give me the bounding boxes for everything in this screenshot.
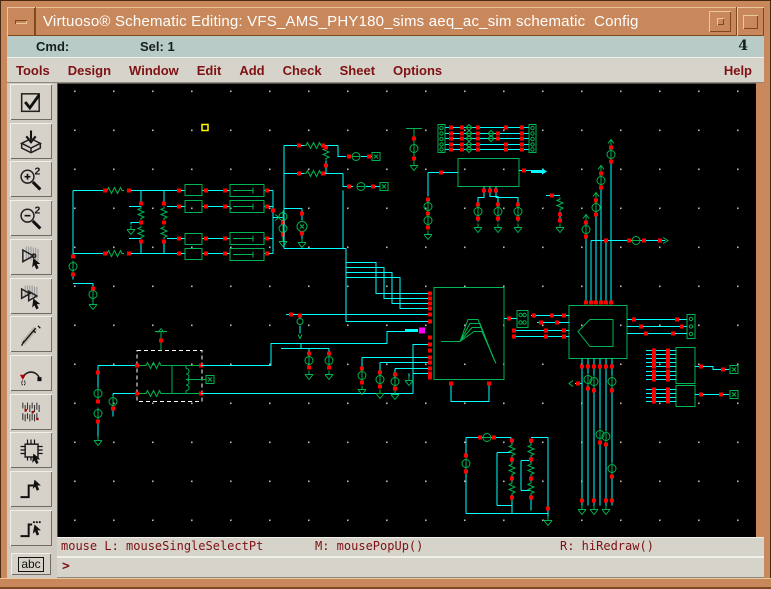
selected-pin[interactable] <box>419 327 425 334</box>
window-menu-button[interactable] <box>7 7 36 36</box>
menu-bar: Tools Design Window Edit Add Check Sheet Option… <box>7 57 764 83</box>
toolbar-button-copy[interactable] <box>10 277 52 314</box>
svg-text:2: 2 <box>35 204 41 216</box>
toolbar-button-save[interactable] <box>10 122 52 159</box>
toolbar-button-check-and-save[interactable] <box>10 84 52 120</box>
window-number: 4 <box>738 38 748 54</box>
mouse-binding-right: R: hiRedraw() <box>560 539 654 553</box>
toolbar-button-zoom-out-2x[interactable]: 2 <box>10 200 52 237</box>
command-prompt[interactable]: > <box>57 556 764 578</box>
menu-item-sheet[interactable]: Sheet <box>331 63 384 78</box>
toolbar-button-label[interactable]: abc <box>11 553 51 575</box>
maximize-button[interactable] <box>736 7 764 36</box>
title-bar[interactable]: Virtuoso® Schematic Editing: VFS_AMS_PHY… <box>7 7 764 36</box>
mouse-binding-middle: M: mousePopUp() <box>315 539 424 553</box>
menu-item-tools[interactable]: Tools <box>7 63 59 78</box>
menu-item-options[interactable]: Options <box>384 63 451 78</box>
cmd-label: Cmd: <box>36 39 70 54</box>
prompt-symbol: > <box>62 559 70 574</box>
menu-item-edit[interactable]: Edit <box>188 63 231 78</box>
status-bar: Cmd: Sel: 1 4 <box>7 36 764 58</box>
svg-text:2: 2 <box>35 166 41 178</box>
stretch-icon <box>22 246 41 270</box>
grid-dots <box>58 84 756 538</box>
menu-item-check[interactable]: Check <box>274 63 331 78</box>
toolbar-button-stretch[interactable] <box>10 238 52 275</box>
save-icon <box>19 130 43 154</box>
schematic-canvas[interactable] <box>57 83 756 538</box>
minimize-icon <box>716 18 724 25</box>
menu-item-window[interactable]: Window <box>120 63 188 78</box>
minimize-button[interactable] <box>709 11 731 32</box>
instance-icon <box>20 439 43 465</box>
properties-icon <box>22 402 40 421</box>
window-menu-dash-icon <box>15 19 27 24</box>
toolbar-button-wire[interactable] <box>10 471 52 507</box>
window-frame-bottom <box>0 578 771 589</box>
mouse-binding-left: mouse L: mouseSingleSelectPt <box>61 539 264 553</box>
virtuoso-window: Virtuoso® Schematic Editing: VFS_AMS_PHY… <box>0 0 771 589</box>
copy-icon <box>20 285 41 309</box>
delete-icon <box>21 325 41 347</box>
menu-item-design[interactable]: Design <box>59 63 120 78</box>
wide-wire-icon <box>20 520 41 537</box>
maximize-icon <box>743 14 758 29</box>
mouse-bindings-bar: mouse L: mouseSingleSelectPt M: mousePop… <box>57 537 764 556</box>
undo-icon <box>19 371 42 386</box>
toolbar-button-wide-wire[interactable] <box>10 509 52 546</box>
toolbar-button-zoom-in-2x[interactable]: 2 <box>10 161 52 198</box>
toolbar-button-delete[interactable] <box>10 316 52 353</box>
zoom-out-2x-icon: 2 <box>20 204 42 230</box>
label-tool-icon: abc <box>18 556 44 572</box>
wire-icon <box>20 479 41 499</box>
schematic-drawing[interactable] <box>58 84 756 538</box>
toolbar-button-instance[interactable] <box>10 432 52 469</box>
menu-item-help[interactable]: Help <box>715 63 764 78</box>
menu-item-add[interactable]: Add <box>230 63 273 78</box>
check-and-save-icon <box>20 93 41 113</box>
toolbar-button-properties[interactable] <box>10 393 52 430</box>
selection-count: Sel: 1 <box>140 39 175 54</box>
window-title: Virtuoso® Schematic Editing: VFS_AMS_PHY… <box>43 13 639 30</box>
zoom-in-2x-icon: 2 <box>20 166 42 191</box>
toolbar-button-undo[interactable] <box>10 354 52 391</box>
toolbar-column: abc 2 2 <box>7 83 58 578</box>
